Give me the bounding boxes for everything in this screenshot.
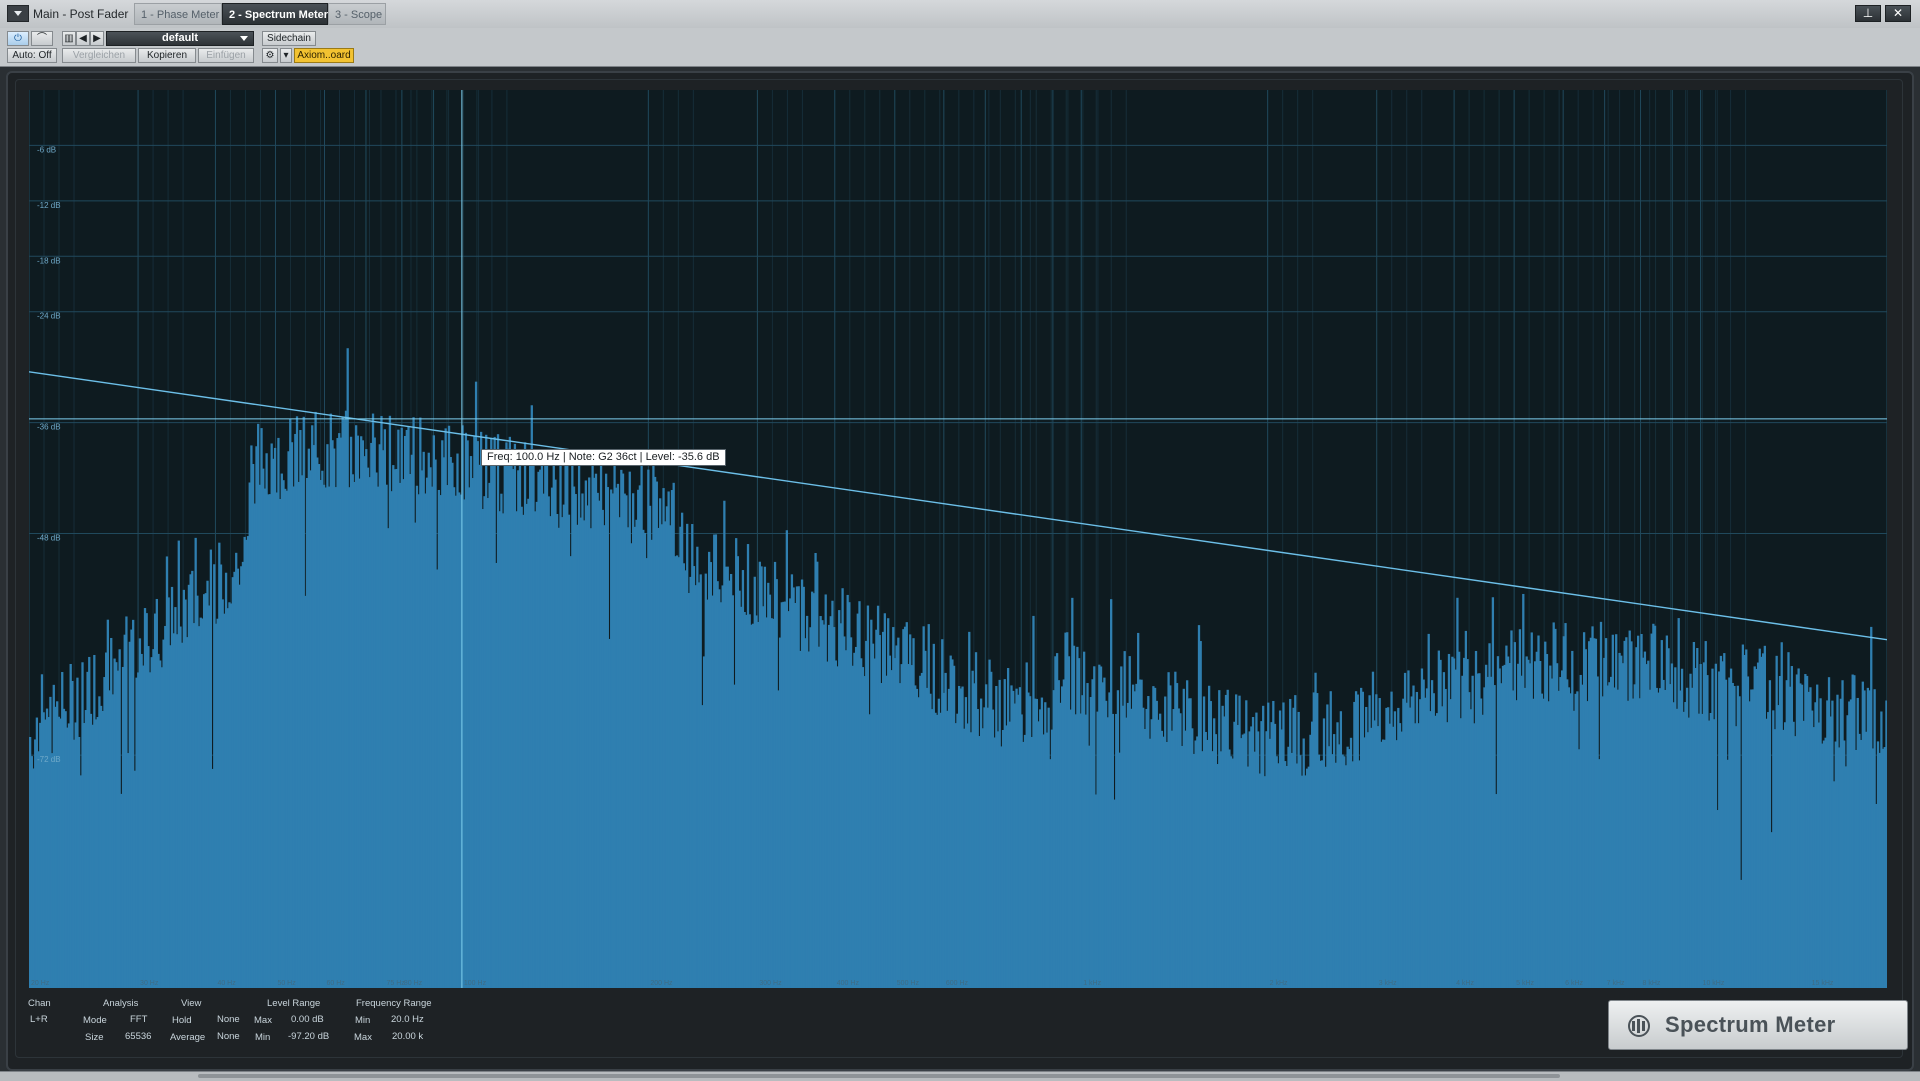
average-label: Average (170, 1032, 206, 1043)
freq-tick-label: 2 kHz (1270, 980, 1288, 987)
bypass-icon[interactable]: ⌒ (31, 31, 53, 46)
freq-tick-label: 500 Hz (897, 980, 920, 987)
plugin-title: Spectrum Meter (1665, 1012, 1836, 1037)
mode-label: Mode (83, 1015, 107, 1026)
level-max-label: Max (254, 1015, 272, 1026)
automation-button[interactable]: Auto: Off (7, 48, 57, 63)
meter-settings-panel: Chan L+R Analysis Mode FFT Size 65536 Vi… (28, 995, 448, 1050)
db-tick-label: -6 dB (37, 145, 56, 154)
freq-min-value[interactable]: 20.0 Hz (391, 1014, 424, 1025)
chan-value[interactable]: L+R (30, 1014, 48, 1025)
db-tick-label: -12 dB (37, 201, 61, 210)
db-tick-label: -48 dB (37, 533, 61, 542)
freq-tick-label: 80 Hz (404, 980, 423, 987)
scrollbar-thumb[interactable] (198, 1074, 1560, 1078)
presonus-logo-icon (1628, 1015, 1650, 1037)
size-label: Size (85, 1032, 104, 1043)
level-range-header: Level Range (267, 998, 321, 1009)
average-value[interactable]: None (217, 1031, 240, 1042)
tab-phase-meter[interactable]: 1 - Phase Meter (134, 3, 222, 25)
compare-button[interactable]: Vergleichen (62, 48, 136, 63)
freq-tick-label: 10 kHz (1703, 980, 1725, 987)
freq-tick-label: 4 kHz (1456, 980, 1474, 987)
level-max-value[interactable]: 0.00 dB (291, 1014, 324, 1025)
freq-tick-label: 40 Hz (217, 980, 236, 987)
freq-tick-label: 6 kHz (1565, 980, 1583, 987)
tab-spectrum-meter[interactable]: 2 - Spectrum Meter (222, 3, 328, 25)
cursor-readout-tooltip: Freq: 100.0 Hz | Note: G2 36ct | Level: … (481, 449, 726, 466)
paste-button[interactable]: Einfügen (198, 48, 254, 63)
spectrum-graph[interactable]: -6 dB -12 dB -18 dB -24 dB -36 dB -48 dB -72 d… (29, 90, 1887, 988)
freq-tick-label: 15 kHz (1812, 980, 1834, 987)
channel-label: Main - Post Fader (33, 7, 129, 21)
mode-value[interactable]: FFT (130, 1014, 147, 1025)
freq-tick-label: 20 Hz (31, 980, 50, 987)
freq-tick-label: 400 Hz (837, 980, 860, 987)
copy-button[interactable]: Kopieren (138, 48, 196, 63)
freq-tick-label: 100 Hz (464, 980, 487, 987)
preset-select[interactable]: default (106, 31, 254, 46)
freq-tick-label: 600 Hz (946, 980, 969, 987)
close-icon[interactable]: ✕ (1885, 5, 1911, 22)
pin-icon[interactable]: ⊥ (1855, 5, 1881, 22)
freq-tick-label: 3 kHz (1379, 980, 1397, 987)
db-tick-label: -36 dB (37, 423, 61, 432)
chevron-down-icon[interactable]: ▾ (280, 48, 292, 63)
freq-tick-label: 30 Hz (140, 980, 159, 987)
frequency-range-header: Frequency Range (356, 998, 432, 1009)
hold-label: Hold (172, 1015, 192, 1026)
freq-max-value[interactable]: 20.00 k (392, 1031, 423, 1042)
spectrum-display[interactable]: -6 dB -12 dB -18 dB -24 dB -36 dB -48 dB -72 d… (29, 90, 1887, 988)
level-min-value[interactable]: -97.20 dB (288, 1031, 329, 1042)
chan-header: Chan (28, 998, 51, 1009)
power-icon[interactable]: ⏻ (7, 31, 29, 46)
db-tick-label: -72 dB (37, 755, 61, 764)
preset-browser-icon[interactable]: ▥ (62, 31, 76, 46)
next-preset-icon[interactable]: ▶ (90, 31, 104, 46)
window-menu-button[interactable] (7, 5, 29, 22)
plugin-title-bar: Main - Post Fader 1 - Phase Meter 2 - Sp… (0, 0, 1920, 29)
freq-tick-label: 8 kHz (1643, 980, 1661, 987)
freq-tick-label: 7 kHz (1607, 980, 1625, 987)
freq-min-label: Min (355, 1015, 371, 1026)
previous-preset-icon[interactable]: ◀ (76, 31, 90, 46)
analysis-header: Analysis (103, 998, 139, 1009)
tab-scope[interactable]: 3 - Scope (328, 3, 386, 25)
spectrum-bar (1885, 700, 1887, 988)
device-label[interactable]: Axiom..oard (294, 48, 354, 63)
freq-tick-label: 5 kHz (1516, 980, 1534, 987)
freq-tick-label: 75 Hz (387, 980, 406, 987)
db-tick-label: -24 dB (37, 312, 61, 321)
freq-tick-label: 1 kHz (1083, 980, 1101, 987)
freq-max-label: Max (354, 1032, 372, 1043)
level-min-label: Min (255, 1032, 271, 1043)
freq-tick-label: 50 Hz (277, 980, 296, 987)
hold-value[interactable]: None (217, 1014, 240, 1025)
db-tick-label: -18 dB (37, 256, 61, 265)
freq-tick-label: 60 Hz (326, 980, 345, 987)
view-header: View (181, 998, 202, 1009)
size-value[interactable]: 65536 (125, 1031, 151, 1042)
freq-tick-label: 300 Hz (759, 980, 782, 987)
plugin-toolbar: ⏻ ⌒ ▥ ◀ ▶ default Sidechain Auto: Off Ve… (0, 28, 1920, 67)
sidechain-button[interactable]: Sidechain (262, 31, 316, 46)
freq-tick-label: 200 Hz (650, 980, 673, 987)
plugin-logo-badge: Spectrum Meter (1608, 1000, 1908, 1050)
settings-gear-icon[interactable]: ⚙ (262, 48, 278, 63)
